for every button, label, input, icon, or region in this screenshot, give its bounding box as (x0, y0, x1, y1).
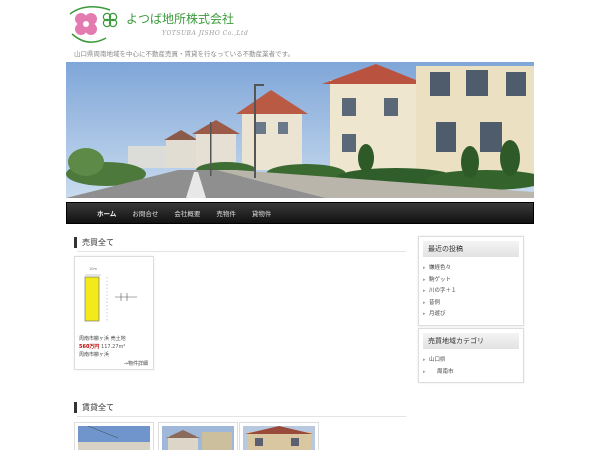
site-tagline: 山口県周南地域を中心に不動産売買・賃貸を行なっている不動産業者です。 (74, 50, 295, 58)
categories-title: 売買地域カテゴリ (423, 333, 519, 349)
listing-location: 周南市櫛ヶ浜 (79, 352, 110, 358)
sales-region-categories-widget: 売買地域カテゴリ 山口県 周南市 (418, 328, 524, 383)
rental-photo (78, 425, 150, 450)
listing-title: 周南市櫛ヶ浜 売土地 (79, 336, 126, 342)
listing-area: 117.27m² (101, 344, 126, 350)
plot-diagram: 10m (79, 263, 149, 329)
main-nav: ホーム お問合せ 会社概要 売物件 貸物件 (66, 202, 534, 224)
clover-logo-icon (69, 6, 118, 43)
nav-for-rent[interactable]: 貸物件 (252, 208, 272, 218)
category-yamaguchi[interactable]: 山口県 (423, 355, 523, 367)
rental-listing-card[interactable] (239, 422, 319, 450)
nav-for-sale[interactable]: 売物件 (216, 208, 236, 218)
company-name-en: YOTSUBA JISHO Co.,Ltd (162, 30, 249, 37)
listing-price: 560万円 (79, 344, 100, 350)
rental-photo (243, 426, 315, 450)
nav-contact[interactable]: お問合せ (132, 208, 158, 218)
listing-price-line: 560万円 117.27m² (79, 343, 125, 350)
rental-listing-card[interactable] (158, 422, 238, 450)
recent-post-link[interactable]: 月遊び (423, 309, 523, 321)
recent-posts-title: 最近の投稿 (423, 241, 519, 257)
site-logo[interactable]: よつば地所株式会社 YOTSUBA JISHO Co.,Ltd (66, 4, 266, 46)
recent-post-link[interactable]: 嫌経色々 (423, 263, 523, 275)
rental-listing-card[interactable] (74, 422, 154, 450)
rentals-section-title: 賃貸全て (74, 402, 406, 417)
recent-post-link[interactable]: 川の字＋１ (423, 286, 523, 298)
nav-company[interactable]: 会社概要 (174, 208, 200, 218)
recent-post-link[interactable]: 昔例 (423, 298, 523, 310)
company-name: よつば地所株式会社 (126, 12, 235, 26)
listing-detail-link[interactable]: →物件詳細 (124, 360, 148, 367)
rental-photo (162, 426, 234, 450)
recent-post-link[interactable]: 駒ゲット (423, 275, 523, 287)
plot-width-label: 10m (89, 267, 97, 271)
sales-section-title: 売買全て (74, 237, 406, 252)
sale-listing-card[interactable]: 10m 周南市櫛ヶ浜 売土地 560万円 117.27m² 周南市櫛ヶ浜 →物件… (74, 256, 154, 370)
nav-home[interactable]: ホーム (97, 208, 116, 218)
recent-posts-widget: 最近の投稿 嫌経色々 駒ゲット 川の字＋１ 昔例 月遊び (418, 236, 524, 326)
hero-image (66, 62, 534, 198)
category-shunan[interactable]: 周南市 (423, 367, 523, 379)
